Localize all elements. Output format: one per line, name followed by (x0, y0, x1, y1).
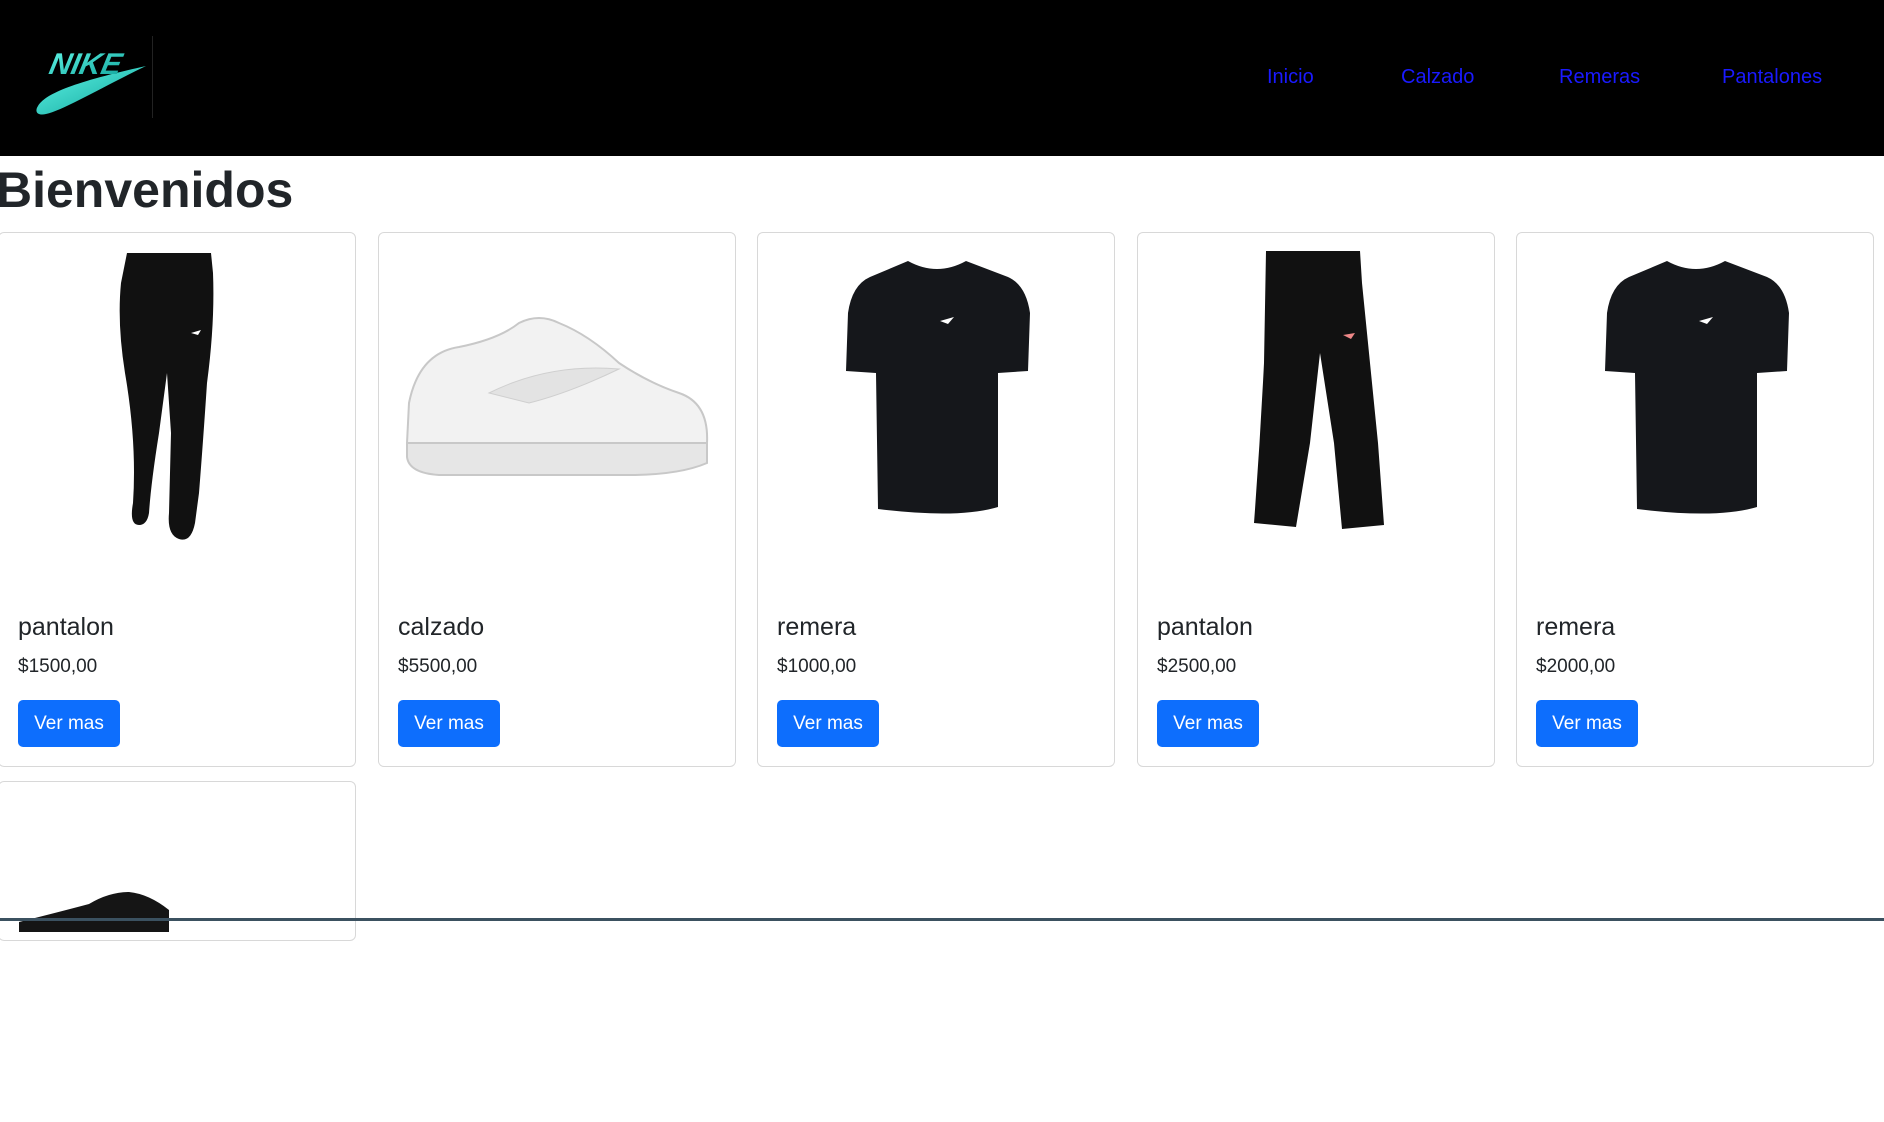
product-price: $1000,00 (777, 656, 857, 677)
product-price: $2000,00 (1536, 656, 1616, 677)
nav-link-inicio[interactable]: Inicio (1267, 62, 1314, 92)
product-card: pantalon $2500,00 Ver mas (1137, 232, 1495, 767)
ver-mas-button[interactable]: Ver mas (398, 700, 500, 747)
ver-mas-button[interactable]: Ver mas (18, 700, 120, 747)
page-title: Bienvenidos (0, 162, 294, 218)
ver-mas-button[interactable]: Ver mas (777, 700, 879, 747)
main-nav: Inicio Calzado Remeras Pantalones (0, 62, 1884, 92)
product-price: $2500,00 (1157, 656, 1237, 677)
wide-pants-icon (1138, 243, 1496, 573)
product-name: calzado (398, 613, 485, 641)
black-sneaker-icon (0, 792, 357, 1122)
tshirt-icon (758, 243, 1116, 573)
product-card: calzado $5500,00 Ver mas (378, 232, 736, 767)
product-name: pantalon (18, 613, 114, 641)
pants-icon (0, 243, 357, 573)
tshirt-icon (1517, 243, 1875, 573)
top-navbar: NIKE Inicio Calzado Remeras Pantalones (0, 0, 1884, 156)
product-card: remera $2000,00 Ver mas (1516, 232, 1874, 767)
product-price: $1500,00 (18, 656, 98, 677)
product-card: remera $1000,00 Ver mas (757, 232, 1115, 767)
product-name: remera (1536, 613, 1616, 641)
ver-mas-button[interactable]: Ver mas (1157, 700, 1259, 747)
nav-link-remeras[interactable]: Remeras (1559, 62, 1640, 92)
product-card (0, 781, 356, 941)
product-name: remera (777, 613, 857, 641)
product-card: pantalon $1500,00 Ver mas (0, 232, 356, 767)
nav-link-calzado[interactable]: Calzado (1401, 62, 1474, 92)
sneaker-icon (379, 243, 737, 573)
product-name: pantalon (1157, 613, 1253, 641)
product-price: $5500,00 (398, 656, 478, 677)
ver-mas-button[interactable]: Ver mas (1536, 700, 1638, 747)
nav-link-pantalones[interactable]: Pantalones (1722, 62, 1822, 92)
